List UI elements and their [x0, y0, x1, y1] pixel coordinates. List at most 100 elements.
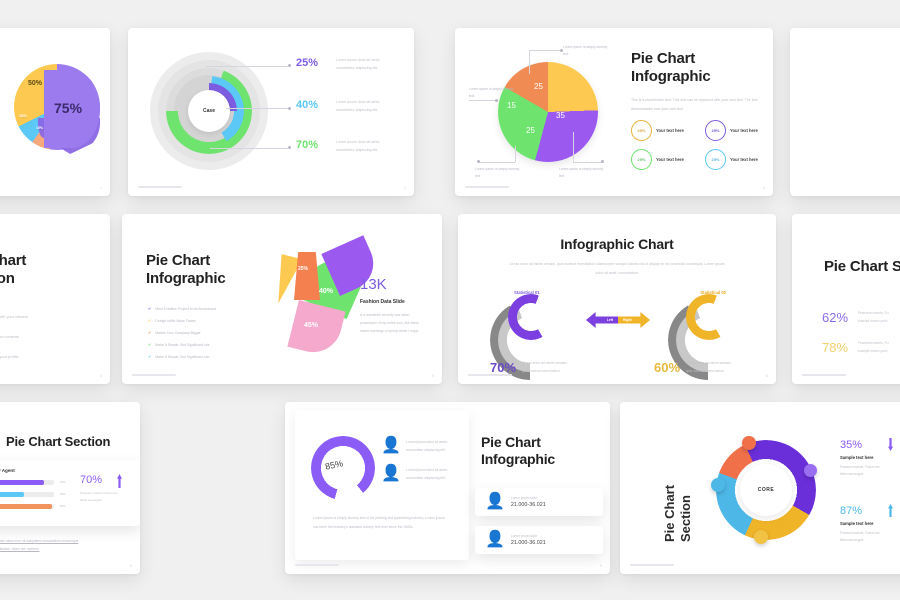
- slide-3-footer-mark: [465, 186, 509, 188]
- badge-item[interactable]: 25% Your text here: [705, 149, 767, 170]
- slide-5-exploded-pie: 35% 25% 40% 45% 50%: [244, 235, 383, 359]
- slide-3-callout-2: Lorem ipsum is simply dummy text: [469, 87, 514, 99]
- slide-2-item-70: 70%: [296, 139, 318, 151]
- slide-8-page-number: 8: [129, 563, 132, 568]
- pct-40: 40%: [296, 99, 319, 111]
- slide-3-pie-chart: 25 35 25 15: [490, 56, 600, 168]
- ring-badge-icon: 25%: [631, 149, 652, 170]
- slide-5-title: Pie Chart Infographic: [146, 252, 226, 287]
- slide-2-item-25: 25%: [296, 57, 318, 69]
- slide-6-footer-mark: [468, 374, 512, 376]
- slide-7-item-78: 78% Praesent mauris. Fu suscipit rimsm pu…: [822, 340, 889, 355]
- slide-2-footer-mark: [138, 186, 182, 188]
- bar-track: Agent 01: [0, 480, 54, 485]
- slide-9-card-1[interactable]: 👤 Lorem ipsum dolor 21.000-36.021: [475, 488, 603, 516]
- slide-8-footer-text: Sed ut perspiciatis unde omnis iste natu…: [0, 539, 79, 551]
- slide-6-paragraph: Ut ess enim ad minim veniam, quis nostru…: [509, 262, 725, 276]
- slide-5-footer-mark: [132, 374, 176, 376]
- bar-value-3: 80%: [60, 504, 66, 508]
- pie-value-25a: 25: [534, 82, 543, 91]
- ring-badge-icon: 25%: [631, 120, 652, 141]
- slide-7-footer-mark: [802, 374, 846, 376]
- slide-thumbnail-5[interactable]: Pie Chart Infographic ✔ Most Creative Pro…: [122, 214, 442, 384]
- pie-label-15b: 15%: [36, 126, 44, 130]
- check-icon: ✔: [148, 306, 152, 311]
- stat-number: 13K: [360, 276, 387, 293]
- arrow-up-icon: [117, 474, 122, 488]
- slide-6-right-stat: 60% Ut ess enim ad minim veniam, quis nos…: [654, 360, 732, 375]
- slide-7-item-62: 62% Praesent mauris. Fu suscipit rimsm pu…: [822, 310, 889, 325]
- slide-2-text-40: Lorem ipsum dolor sit amet, consectetur …: [336, 100, 381, 112]
- check-icon: ✔: [148, 342, 152, 347]
- slide-1-page-number: 1: [99, 185, 102, 190]
- ring-badge-icon: 25%: [705, 149, 726, 170]
- arrow-up-icon: [888, 504, 894, 517]
- wedge-label-35: 35%: [266, 268, 279, 274]
- slide-3-title: Pie Chart Infographic: [631, 50, 711, 85]
- slide-thumbnail-1[interactable]: e Chart ographic orem ipsum dolor sit am…: [0, 28, 110, 196]
- slide-thumbnail-3[interactable]: 25 35 25 15 Lorem ipsum is simply dummy …: [455, 28, 773, 196]
- slide-thumbnail-10[interactable]: Pie Chart Section CORE 35% Sample text h…: [620, 402, 900, 574]
- slide-10-donut-chart: CORE: [711, 436, 817, 544]
- node-icon-orange: [742, 436, 756, 450]
- person-icon: 👤: [485, 493, 505, 510]
- person-icon: 👤: [485, 531, 505, 548]
- slide-thumbnail-edge-r1[interactable]: [790, 28, 900, 196]
- slide-3-callout-3: Lorem ipsum is simply dummy text: [475, 167, 520, 179]
- slide-9-paragraph: Lorem Ipsum is simply dummy text of the …: [313, 516, 445, 529]
- slide-5-page-number: 5: [431, 373, 434, 378]
- slide-1-legend: Insert Data 1 Detail Here Insert Data 3 …: [0, 138, 4, 152]
- slide-2-item-40: 40%: [296, 99, 318, 111]
- slide-9-card-2[interactable]: 👤 Lorem ipsum dolor 21.000-36.021: [475, 526, 603, 554]
- slide-6-arrow-right: Right: [618, 312, 650, 328]
- pct-25: 25%: [296, 57, 319, 69]
- wedge-label-40: 40%: [319, 288, 334, 295]
- slide-thumbnail-8[interactable]: Pie Chart Section 50 75 100 Chart by Age…: [0, 402, 140, 574]
- slide-gallery: e Chart ographic orem ipsum dolor sit am…: [0, 0, 900, 600]
- slide-6-arrow-left: Left: [586, 312, 618, 328]
- node-icon-blue: [711, 478, 725, 492]
- slide-7-title: Pie Chart Sec: [824, 258, 900, 275]
- slide-3-page-number: 3: [762, 185, 765, 190]
- slide-5-stat: 13K Fashion Data Slide is a wonderful se…: [360, 276, 426, 336]
- slide-2-center-label: Case: [203, 108, 215, 114]
- person-icon: 👤: [381, 437, 401, 454]
- slide-9-footer-mark: [295, 564, 339, 566]
- slide-3-callout-4: Lorem ipsum is simply dummy text: [559, 167, 604, 179]
- slide-thumbnail-6[interactable]: Infographic Chart Ut ess enim ad minim v…: [458, 214, 776, 384]
- pie-label-50: 50%: [28, 80, 43, 87]
- slide-3-paragraph: This is a placeholder text. This text ca…: [631, 98, 758, 111]
- node-icon-purple: [804, 464, 817, 477]
- badge-item[interactable]: 25% Your text here: [631, 149, 693, 170]
- badge-item[interactable]: 25% Your text here: [705, 120, 767, 141]
- slide-10-center-label: CORE: [757, 487, 775, 493]
- wedge-label-45: 45%: [304, 322, 319, 329]
- slide-9-page-number: 9: [599, 563, 602, 568]
- slide-10-title: Pie Chart Section: [662, 484, 694, 542]
- bar-track: Agent 02: [0, 492, 54, 497]
- slide-6-left-chart: [490, 294, 572, 380]
- slide-6-right-chart: [668, 294, 750, 380]
- slide-2-text-70: Lorem ipsum dolor sit amet, consectetur …: [336, 140, 381, 152]
- slide-8-agent-card: Chart by Agent Agent 01 70% Agent 02 60%…: [0, 460, 140, 526]
- pie-label-15a: 15%: [19, 113, 28, 118]
- pie-label-75: 75%: [54, 100, 83, 116]
- slide-9-donut-chart: 85%: [311, 436, 375, 500]
- check-icon: ✔: [148, 354, 152, 359]
- slide-thumbnail-4[interactable]: Chart tion ate money with your viewers s…: [0, 214, 110, 384]
- slide-thumbnail-9[interactable]: 85% 👤 Lorem ipsum dolor sit amet, consect…: [285, 402, 610, 574]
- badge-item[interactable]: 25% Your text here: [631, 120, 693, 141]
- slide-4-page-number: 4: [99, 373, 102, 378]
- slide-9-legend-1: 👤 Lorem ipsum dolor sit amet, consectetur…: [381, 437, 448, 454]
- stat-title: Fashion Data Slide: [360, 299, 405, 305]
- node-icon-yellow: [754, 530, 768, 544]
- slide-10-item-87: 87% Sample text here Praesent mauris. Fu…: [840, 504, 894, 545]
- bar-track: Agent 03: [0, 504, 54, 509]
- slide-thumbnail-7[interactable]: Pie Chart Sec 62% Praesent mauris. Fusus…: [792, 214, 900, 384]
- slide-6-title: Infographic Chart: [560, 236, 674, 252]
- slide-thumbnail-2[interactable]: Case 25% Lorem ipsum dolor sit amet, con…: [128, 28, 414, 196]
- slide-6-page-number: 6: [765, 373, 768, 378]
- pie-value-35: 35: [556, 111, 565, 120]
- wedge-label-25: 25%: [298, 266, 309, 272]
- arrow-down-icon: [888, 438, 894, 451]
